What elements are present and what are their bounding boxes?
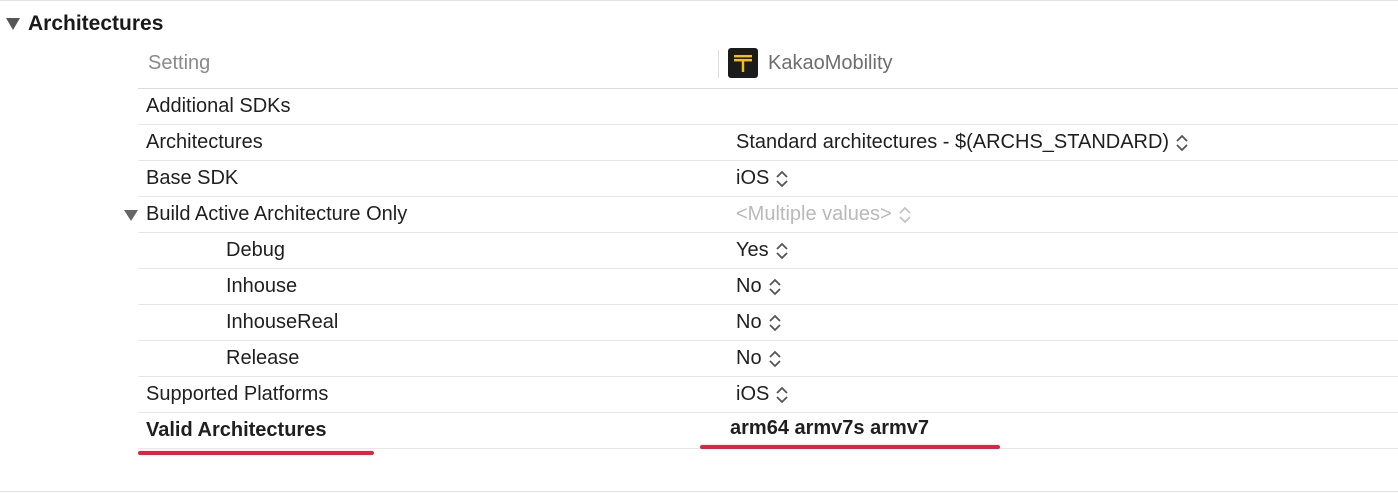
setting-label: Base SDK — [146, 167, 239, 189]
table-header: Setting KakaoMobility — [138, 46, 1398, 89]
setting-label: Valid Architectures — [146, 419, 327, 441]
setting-row-inhouse[interactable]: Inhouse No — [138, 269, 1398, 305]
disclosure-triangle-icon[interactable] — [6, 18, 20, 30]
popup-chevrons-icon — [768, 278, 782, 296]
setting-value: iOS — [736, 383, 770, 405]
popup-chevrons-icon — [775, 386, 789, 404]
setting-value: <Multiple values> — [736, 203, 892, 225]
setting-row-release[interactable]: Release No — [138, 341, 1398, 377]
setting-row-architectures[interactable]: Architectures Standard architectures - $… — [138, 125, 1398, 161]
setting-label: Architectures — [146, 131, 263, 153]
settings-table: Setting KakaoMobility Additional SDKs Ar… — [124, 46, 1398, 449]
setting-value: Standard architectures - $(ARCHS_STANDAR… — [736, 131, 1170, 153]
setting-label: Supported Platforms — [146, 383, 329, 405]
popup-chevrons-icon — [898, 206, 912, 224]
setting-label: Additional SDKs — [146, 95, 291, 117]
setting-value: No — [736, 311, 762, 333]
setting-row-supported-platforms[interactable]: Supported Platforms iOS — [138, 377, 1398, 413]
column-header-setting: Setting — [148, 52, 211, 74]
kakao-t-app-icon — [728, 48, 758, 78]
highlight-underline-label — [138, 451, 374, 455]
setting-value-popup[interactable]: Standard architectures - $(ARCHS_STANDAR… — [736, 131, 1189, 154]
setting-row-base-sdk[interactable]: Base SDK iOS — [138, 161, 1398, 197]
setting-value-popup[interactable]: No — [736, 311, 782, 334]
build-settings-page: Architectures Setting KakaoMobility Addi… — [0, 0, 1398, 496]
expand-triangle-icon[interactable] — [124, 210, 138, 221]
setting-row-debug[interactable]: Debug Yes — [138, 233, 1398, 269]
setting-value: iOS — [736, 167, 770, 189]
setting-value-popup[interactable]: No — [736, 347, 782, 370]
setting-value[interactable]: arm64 armv7s armv7 — [730, 417, 929, 440]
setting-value-popup[interactable]: No — [736, 275, 782, 298]
setting-row-inhousereal[interactable]: InhouseReal No — [138, 305, 1398, 341]
setting-value-popup[interactable]: Yes — [736, 239, 789, 262]
top-divider — [0, 0, 1398, 1]
setting-label: InhouseReal — [226, 311, 339, 333]
section-title: Architectures — [28, 12, 164, 35]
popup-chevrons-icon — [768, 314, 782, 332]
setting-value-popup[interactable]: <Multiple values> — [736, 203, 912, 226]
popup-chevrons-icon — [775, 242, 789, 260]
setting-row-valid-architectures[interactable]: Valid Architectures arm64 armv7s armv7 — [138, 413, 1398, 449]
bottom-divider — [0, 491, 1398, 492]
setting-value-popup[interactable]: iOS — [736, 167, 789, 190]
setting-value-popup[interactable]: iOS — [736, 383, 789, 406]
setting-label: Release — [226, 347, 300, 369]
architectures-section-header[interactable]: Architectures — [6, 10, 163, 38]
setting-row-build-active-architecture-only[interactable]: Build Active Architecture Only <Multiple… — [124, 197, 1398, 233]
column-divider — [718, 50, 719, 78]
setting-value: Yes — [736, 239, 769, 261]
popup-chevrons-icon — [768, 350, 782, 368]
setting-row-additional-sdks[interactable]: Additional SDKs — [138, 89, 1398, 125]
popup-chevrons-icon — [1175, 134, 1189, 152]
setting-value: No — [736, 347, 762, 369]
setting-label: Build Active Architecture Only — [146, 203, 408, 225]
highlight-underline-value — [700, 445, 1000, 449]
target-name: KakaoMobility — [768, 51, 893, 74]
setting-label: Debug — [226, 239, 285, 261]
popup-chevrons-icon — [775, 170, 789, 188]
setting-label: Inhouse — [226, 275, 298, 297]
column-header-target[interactable]: KakaoMobility — [728, 48, 893, 78]
setting-value: No — [736, 275, 762, 297]
